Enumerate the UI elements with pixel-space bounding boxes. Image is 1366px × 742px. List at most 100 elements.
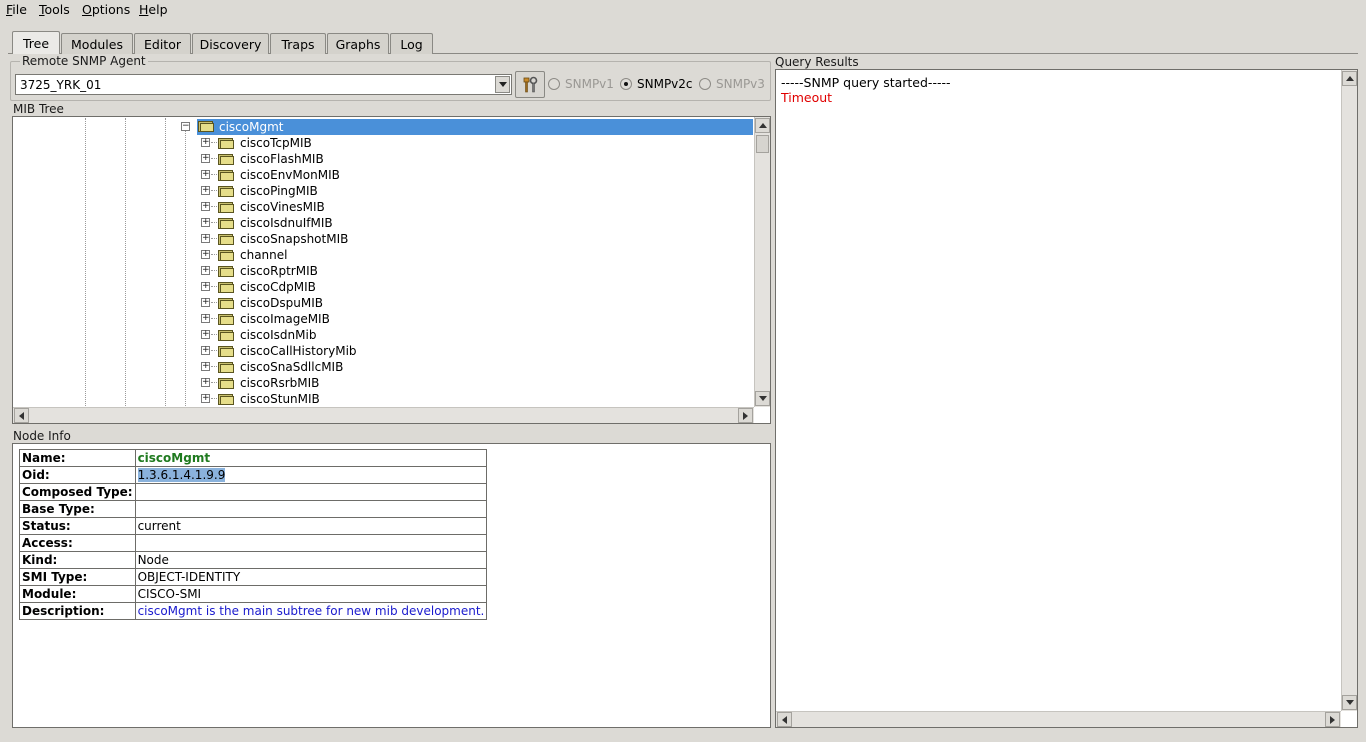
scroll-thumb[interactable] bbox=[756, 135, 769, 153]
info-description-value[interactable]: ciscoMgmt is the main subtree for new mi… bbox=[134, 602, 488, 620]
info-oid-value[interactable]: 1.3.6.1.4.1.9.9 bbox=[137, 468, 226, 482]
menu-help[interactable]: Help bbox=[139, 2, 168, 17]
tree-connector bbox=[211, 366, 217, 367]
snmpv1-radio[interactable] bbox=[548, 78, 560, 90]
folder-icon bbox=[218, 393, 234, 405]
expand-icon[interactable]: + bbox=[201, 266, 210, 275]
query-horizontal-scrollbar[interactable] bbox=[776, 711, 1341, 727]
query-results-panel[interactable]: -----SNMP query started----- Timeout bbox=[775, 69, 1358, 728]
expand-icon[interactable]: + bbox=[201, 186, 210, 195]
scroll-left-icon[interactable] bbox=[777, 712, 792, 727]
expand-icon[interactable]: + bbox=[201, 298, 210, 307]
tab-graphs[interactable]: Graphs bbox=[327, 33, 389, 54]
scroll-down-icon[interactable] bbox=[755, 391, 770, 406]
tree-vertical-scrollbar[interactable] bbox=[754, 117, 770, 407]
tab-modules[interactable]: Modules bbox=[61, 33, 133, 54]
tree-node-label: ciscoStunMIB bbox=[240, 392, 320, 406]
info-oid-cell[interactable]: 1.3.6.1.4.1.9.9 bbox=[134, 466, 488, 484]
expand-icon[interactable]: + bbox=[201, 314, 210, 323]
info-value[interactable]: CISCO-SMI bbox=[134, 585, 488, 603]
agent-select-value: 3725_YRK_01 bbox=[20, 78, 102, 92]
info-key: Description: bbox=[19, 602, 136, 620]
scroll-right-icon[interactable] bbox=[738, 408, 753, 423]
tree-node-label: ciscoRsrbMIB bbox=[240, 376, 320, 390]
scroll-right-icon[interactable] bbox=[1325, 712, 1340, 727]
tree-row-selected[interactable]: ciscoMgmt bbox=[197, 119, 753, 135]
table-row: Name: ciscoMgmt bbox=[19, 449, 488, 467]
tree-horizontal-scrollbar[interactable] bbox=[13, 407, 754, 423]
folder-icon bbox=[218, 153, 234, 165]
agent-properties-button[interactable] bbox=[515, 71, 545, 98]
chevron-down-icon[interactable] bbox=[495, 76, 510, 93]
expand-icon[interactable]: + bbox=[201, 234, 210, 243]
node-info-label: Node Info bbox=[13, 429, 71, 443]
expand-icon[interactable]: + bbox=[201, 250, 210, 259]
expand-icon[interactable]: + bbox=[201, 346, 210, 355]
table-row: Access: bbox=[19, 534, 488, 552]
tree-connector bbox=[211, 142, 217, 143]
mib-tree-panel[interactable]: ciscoMgmt − + ciscoTcpMIB + ciscoFlashMIB + c… bbox=[12, 116, 771, 424]
scroll-up-icon[interactable] bbox=[1342, 71, 1357, 86]
tree-connector bbox=[211, 222, 217, 223]
expand-icon[interactable]: + bbox=[201, 330, 210, 339]
snmpv2c-radio[interactable] bbox=[620, 78, 632, 90]
mib-tree-label: MIB Tree bbox=[13, 102, 64, 116]
tree-node-label: ciscoMgmt bbox=[219, 120, 284, 134]
expand-icon[interactable]: + bbox=[201, 170, 210, 179]
expand-icon[interactable]: + bbox=[201, 362, 210, 371]
scroll-up-icon[interactable] bbox=[755, 118, 770, 133]
scroll-left-icon[interactable] bbox=[14, 408, 29, 423]
menu-tools[interactable]: Tools bbox=[39, 2, 70, 17]
collapse-icon[interactable]: − bbox=[181, 122, 190, 131]
tree-node-label: ciscoRptrMIB bbox=[240, 264, 318, 278]
tree-connector bbox=[211, 350, 217, 351]
expand-icon[interactable]: + bbox=[201, 202, 210, 211]
tab-tree[interactable]: Tree bbox=[12, 31, 60, 54]
tree-connector bbox=[211, 334, 217, 335]
tab-log[interactable]: Log bbox=[390, 33, 433, 54]
tree-connector bbox=[211, 382, 217, 383]
menu-options[interactable]: Options bbox=[82, 2, 130, 17]
table-row: Base Type: bbox=[19, 500, 488, 518]
tree-connector bbox=[211, 318, 217, 319]
info-key: Module: bbox=[19, 585, 136, 603]
folder-open-icon bbox=[198, 120, 214, 132]
info-value[interactable] bbox=[134, 534, 488, 552]
folder-icon bbox=[218, 377, 234, 389]
table-row: SMI Type: OBJECT-IDENTITY bbox=[19, 568, 488, 586]
folder-icon bbox=[218, 265, 234, 277]
info-value[interactable] bbox=[134, 483, 488, 501]
expand-icon[interactable]: + bbox=[201, 282, 210, 291]
agent-select[interactable]: 3725_YRK_01 bbox=[15, 74, 512, 95]
info-value[interactable]: OBJECT-IDENTITY bbox=[134, 568, 488, 586]
tab-discovery[interactable]: Discovery bbox=[192, 33, 269, 54]
tree-connector bbox=[211, 174, 217, 175]
expand-icon[interactable]: + bbox=[201, 218, 210, 227]
expand-icon[interactable]: + bbox=[201, 394, 210, 403]
info-key: SMI Type: bbox=[19, 568, 136, 586]
info-value[interactable]: current bbox=[134, 517, 488, 535]
expand-icon[interactable]: + bbox=[201, 378, 210, 387]
info-value[interactable]: Node bbox=[134, 551, 488, 569]
tab-editor[interactable]: Editor bbox=[134, 33, 191, 54]
expand-icon[interactable]: + bbox=[201, 154, 210, 163]
folder-icon bbox=[218, 329, 234, 341]
query-results-label: Query Results bbox=[775, 55, 859, 69]
tab-traps[interactable]: Traps bbox=[270, 33, 326, 54]
folder-icon bbox=[218, 313, 234, 325]
expand-icon[interactable]: + bbox=[201, 138, 210, 147]
tree-connector bbox=[211, 270, 217, 271]
info-name-value[interactable]: ciscoMgmt bbox=[134, 449, 488, 467]
snmpv3-radio[interactable] bbox=[699, 78, 711, 90]
query-line-timeout: Timeout bbox=[781, 90, 833, 105]
folder-icon bbox=[218, 297, 234, 309]
folder-icon bbox=[218, 345, 234, 357]
table-row: Kind: Node bbox=[19, 551, 488, 569]
tree-node-label: ciscoCallHistoryMib bbox=[240, 344, 357, 358]
info-value[interactable] bbox=[134, 500, 488, 518]
query-vertical-scrollbar[interactable] bbox=[1341, 70, 1357, 711]
tree-guide-line bbox=[165, 118, 166, 406]
scroll-down-icon[interactable] bbox=[1342, 695, 1357, 710]
menu-file[interactable]: File bbox=[6, 2, 27, 17]
table-row: Oid: 1.3.6.1.4.1.9.9 bbox=[19, 466, 488, 484]
